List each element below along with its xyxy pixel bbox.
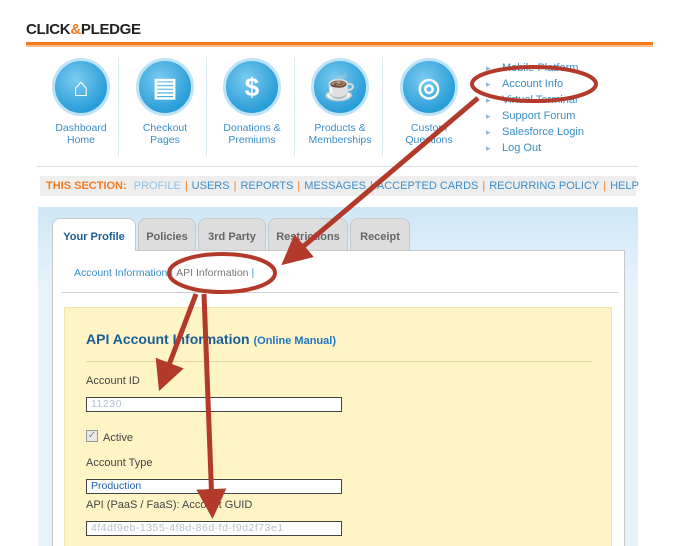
link-support-forum[interactable]: Support Forum [486,108,656,124]
nav-label: Dashboard Home [55,122,107,146]
page-icon: ▤ [136,58,194,116]
divider [118,58,119,156]
header-divider-light [26,45,653,47]
dollar-icon: $ [223,58,281,116]
section-item-recurring-policy[interactable]: RECURRING POLICY [489,180,599,192]
nav-products-memberships[interactable]: ☕ Products & Memberships [297,58,383,158]
online-manual-link[interactable]: (Online Manual) [253,335,336,347]
account-type-field[interactable]: Production [86,479,342,494]
link-log-out[interactable]: Log Out [486,140,656,156]
link-mobile-platform[interactable]: Mobile Platform [486,60,656,76]
account-id-field[interactable]: 11230 [86,397,342,412]
nav-checkout-pages[interactable]: ▤ Checkout Pages [122,58,208,158]
title-divider [86,361,592,362]
link-account-info[interactable]: Account Info [486,76,656,92]
nav-label: Donations & Premiums [223,122,281,146]
active-checkbox[interactable]: ✓ [86,430,98,442]
clickandpledge-logo[interactable]: CLICK&PLEDGE [26,21,141,38]
subnav-divider [62,292,618,293]
subnav-account-information[interactable]: Account Information [74,267,167,279]
section-item-users[interactable]: USERS [192,180,230,192]
link-salesforce-login[interactable]: Salesforce Login [486,124,656,140]
section-item-profile[interactable]: PROFILE [130,180,181,192]
account-id-label: Account ID [86,375,140,387]
tab-3rd-party[interactable]: 3rd Party [198,218,266,250]
top-header: CLICK&PLEDGE [0,0,675,48]
section-label: THIS SECTION: [46,180,127,192]
account-type-label: Account Type [86,457,153,469]
section-nav: THIS SECTION: PROFILE | USERS | REPORTS | MESS… [40,176,639,196]
tab-restrictions[interactable]: Restrictions [268,218,348,250]
section-item-messages[interactable]: MESSAGES [304,180,366,192]
account-guid-field[interactable]: 4f4df9eb-1355-4f8d-86d-fd-f9d2f73e1 [86,521,342,536]
tab-your-profile[interactable]: Your Profile [52,218,136,251]
tab-policies[interactable]: Policies [138,218,196,250]
account-links: Mobile Platform Account Info Virtual Ter… [486,60,656,156]
nav-label: Products & Memberships [308,122,372,146]
section-item-help[interactable]: HELP [610,180,639,192]
nav-custom-questions[interactable]: ◎ Custom Questions [386,58,472,158]
divider [206,58,207,156]
subnav-api-information[interactable]: API Information [176,267,248,279]
link-virtual-terminal[interactable]: Virtual Terminal [486,92,656,108]
nav-label: Checkout Pages [142,122,188,146]
api-section-title: API Account Information (Online Manual) [86,331,336,347]
divider [382,58,383,156]
house-icon: ⌂ [52,58,110,116]
section-item-reports[interactable]: REPORTS [240,180,293,192]
question-icon: ◎ [400,58,458,116]
nav-dashboard-home[interactable]: ⌂ Dashboard Home [38,58,124,158]
sub-navigation: Account Information | API Information | [74,267,255,279]
active-label: Active [103,432,133,444]
divider [294,58,295,156]
section-item-accepted-cards[interactable]: ACCEPTED CARDS [377,180,478,192]
mug-icon: ☕ [311,58,369,116]
tab-receipt[interactable]: Receipt [350,218,410,250]
account-guid-label: API (PaaS / FaaS): Account GUID [86,499,253,511]
nav-donations-premiums[interactable]: $ Donations & Premiums [209,58,295,158]
divider [36,166,638,167]
nav-label: Custom Questions [405,122,453,146]
